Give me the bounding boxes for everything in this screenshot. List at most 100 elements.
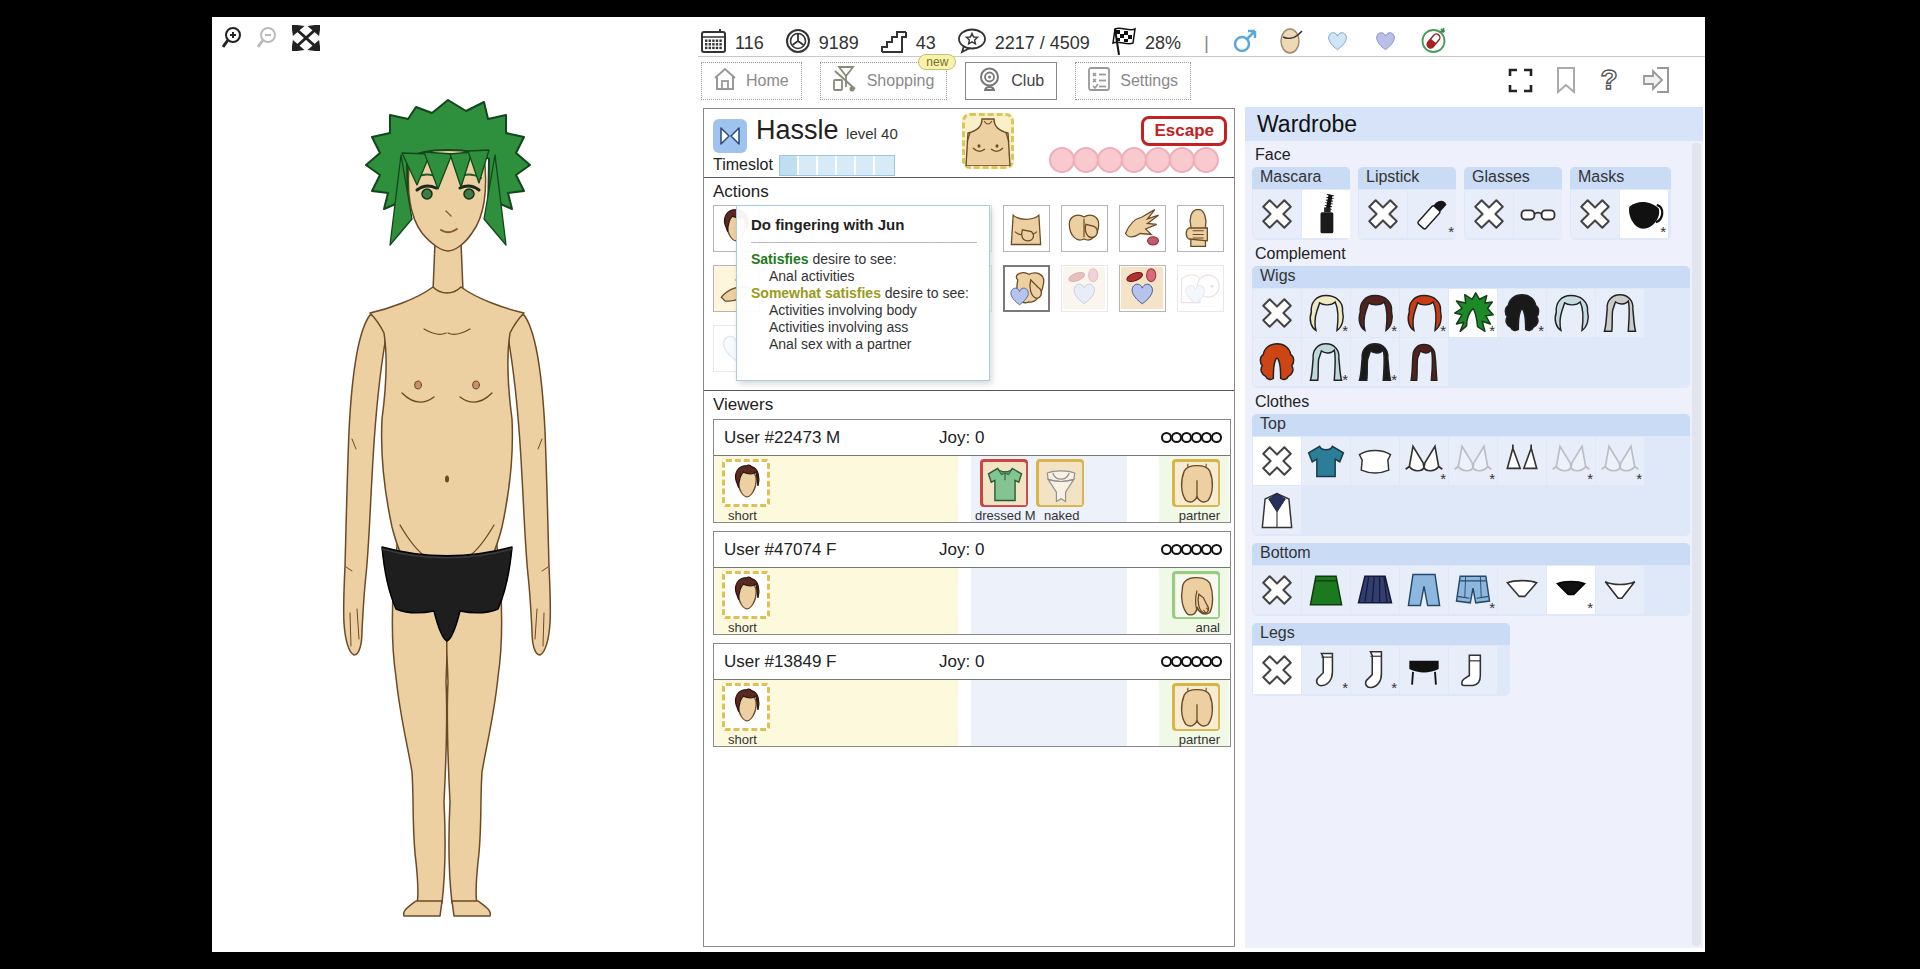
wardrobe-item-none-x[interactable] <box>1253 289 1301 337</box>
wardrobe-item-mask[interactable]: * <box>1620 190 1668 238</box>
fullscreen-icon[interactable] <box>1507 67 1534 98</box>
wardrobe-item-wig-long[interactable] <box>1596 289 1644 337</box>
zoom-out-icon[interactable] <box>257 25 283 55</box>
wardrobe-item-bra[interactable]: * <box>1596 437 1644 485</box>
wardrobe-item-wig-pigtails[interactable] <box>1400 338 1448 386</box>
wardrobe-item-jacket[interactable] <box>1253 486 1301 534</box>
purple-heart-icon[interactable] <box>1372 28 1399 59</box>
exit-icon[interactable] <box>1642 66 1670 98</box>
wardrobe-item-wig-short[interactable] <box>1547 289 1595 337</box>
wardrobe-item-wig-curly[interactable] <box>1253 338 1301 386</box>
expand-icon[interactable] <box>292 25 320 55</box>
wardrobe-item-thong[interactable]: * <box>1547 566 1595 614</box>
wardrobe-scrollbar[interactable] <box>1692 143 1701 946</box>
wardrobe-item-skirt[interactable] <box>1302 566 1350 614</box>
wardrobe-item-skirt-pleated[interactable] <box>1351 566 1399 614</box>
action-icon-breasts-heart[interactable] <box>1177 265 1224 312</box>
wardrobe-item-none-x[interactable] <box>1253 190 1301 238</box>
action-icon-butt-hand[interactable] <box>1061 205 1108 252</box>
wardrobe-item-boot[interactable] <box>1449 646 1497 694</box>
viewer-joy: Joy: 0 <box>939 652 1059 672</box>
wardrobe-item-none-x[interactable] <box>1253 437 1301 485</box>
nav-home[interactable]: Home <box>701 62 802 100</box>
wardrobe-item-none-x[interactable] <box>1359 190 1407 238</box>
home-icon <box>712 66 738 96</box>
timeslot-cell <box>856 156 875 175</box>
timeslot-cell <box>780 156 799 175</box>
token-circles <box>1051 147 1219 173</box>
wardrobe-item-panties[interactable] <box>1498 566 1546 614</box>
wardrobe-item-gstring[interactable] <box>1596 566 1644 614</box>
viewer-row: User #13849 FJoy: 0shortpartner <box>713 643 1231 747</box>
bookmark-icon[interactable] <box>1556 66 1576 98</box>
male-symbol-icon[interactable] <box>1232 28 1258 59</box>
nav-club[interactable]: Club <box>965 62 1057 100</box>
help-icon[interactable]: ? <box>1598 65 1620 99</box>
wardrobe-item-bra[interactable]: * <box>1400 437 1448 485</box>
viewer-thumb-anal[interactable] <box>1172 571 1220 619</box>
blue-heart-icon[interactable] <box>1324 28 1351 59</box>
action-icon-finger-hand[interactable] <box>1119 205 1166 252</box>
wardrobe-item-stocking[interactable]: * <box>1351 646 1399 694</box>
window-icons: ? <box>1507 65 1670 99</box>
wardrobe-item-garter[interactable] <box>1400 646 1448 694</box>
wardrobe-item-bikini[interactable] <box>1498 437 1546 485</box>
viewer-thumb-partner[interactable] <box>1172 459 1220 507</box>
action-icon-grab[interactable] <box>1177 205 1224 252</box>
zoom-in-icon[interactable] <box>222 25 248 55</box>
wardrobe-item-glasses[interactable] <box>1514 190 1562 238</box>
viewer-thumb-naked[interactable] <box>1036 459 1084 507</box>
escape-button[interactable]: Escape <box>1141 116 1227 146</box>
face-icon[interactable] <box>1279 27 1303 59</box>
wardrobe-item-wig-spiky[interactable]: * <box>1449 289 1497 337</box>
viewer-thumb-short[interactable] <box>722 571 770 619</box>
wardrobe-item-sock[interactable]: * <box>1302 646 1350 694</box>
wardrobe-item-bra[interactable]: * <box>1449 437 1497 485</box>
wardrobe-group-mascara: Mascara <box>1252 167 1350 240</box>
action-icon-butt-heart[interactable] <box>1003 265 1050 312</box>
wardrobe-item-none-x[interactable] <box>1571 190 1619 238</box>
wardrobe-item-lipstick[interactable]: * <box>1408 190 1456 238</box>
canvas-zoom-tools <box>222 25 320 55</box>
wardrobe-item-shorts[interactable]: * <box>1449 566 1497 614</box>
wardrobe-item-bra[interactable]: * <box>1547 437 1595 485</box>
wardrobe-item-none-x[interactable] <box>1253 646 1301 694</box>
wardrobe-item-mascara[interactable] <box>1302 190 1350 238</box>
stat-calendar-icon: 116 <box>700 28 764 59</box>
nav-settings[interactable]: Settings <box>1075 62 1191 100</box>
stat-value: 9189 <box>819 33 859 54</box>
wardrobe-item-none-x[interactable] <box>1465 190 1513 238</box>
timeslot-cell <box>799 156 818 175</box>
group-label: Wigs <box>1252 266 1690 288</box>
wardrobe-item-pants[interactable] <box>1400 566 1448 614</box>
thumb-label: dressed M <box>975 508 1036 523</box>
action-icon-chest-hand[interactable] <box>1003 205 1050 252</box>
viewer-thumb-partner[interactable] <box>1172 683 1220 731</box>
wardrobe-item-wig-long[interactable]: * <box>1302 338 1350 386</box>
nav-shopping[interactable]: Shoppingnew <box>820 62 948 100</box>
wardrobe-item-wig-short[interactable]: * <box>1351 289 1399 337</box>
character-figure[interactable] <box>312 97 592 927</box>
action-icon-toy-heart[interactable] <box>1119 265 1166 312</box>
joy-circles <box>1162 432 1222 443</box>
wardrobe-item-wig-short[interactable]: * <box>1302 289 1350 337</box>
partner-type-icon <box>713 119 747 153</box>
wardrobe-section-complement: Complement <box>1255 245 1703 263</box>
stat-value: 2217 / 4509 <box>995 33 1090 54</box>
viewer-user: User #22473 M <box>724 428 939 448</box>
viewer-thumb-dressed-M[interactable] <box>980 459 1028 507</box>
action-icon-toy-heart[interactable] <box>1061 265 1108 312</box>
wardrobe-item-wig-short[interactable]: * <box>1400 289 1448 337</box>
viewer-thumb-short[interactable] <box>722 459 770 507</box>
token-circle <box>1145 147 1171 173</box>
viewer-user: User #13849 F <box>724 652 939 672</box>
wardrobe-item-tshirt[interactable] <box>1302 437 1350 485</box>
viewer-thumb-short[interactable] <box>722 683 770 731</box>
wardrobe-item-none-x[interactable] <box>1253 566 1301 614</box>
wardrobe-item-wig-curly[interactable]: * <box>1498 289 1546 337</box>
wardrobe-item-off-shoulder[interactable] <box>1351 437 1399 485</box>
body-zone-thumb[interactable] <box>962 113 1014 169</box>
wardrobe-item-wig-long[interactable]: * <box>1351 338 1399 386</box>
pill-icon[interactable] <box>1420 27 1447 59</box>
divider <box>704 390 1234 391</box>
